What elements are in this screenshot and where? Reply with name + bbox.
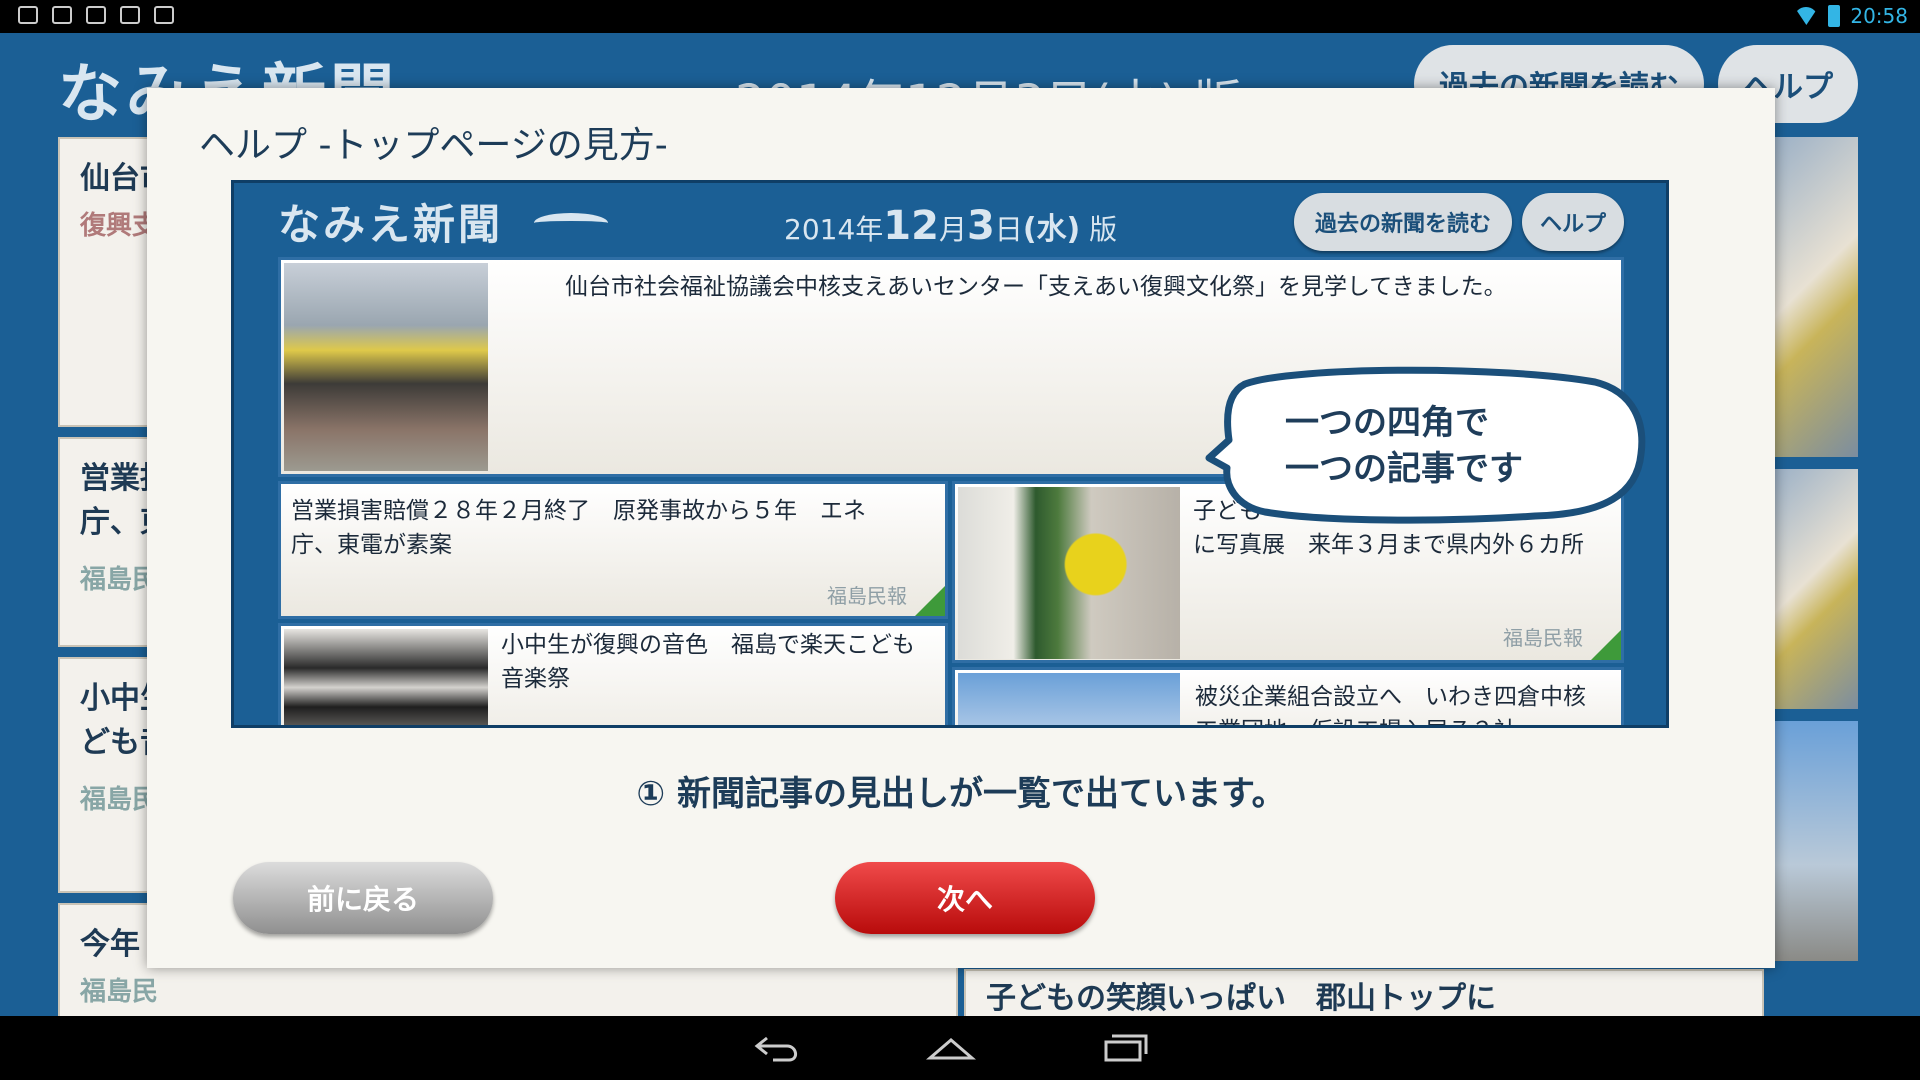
status-bar: 20:58 [0,0,1920,33]
preview-date: 2014年12月3日(水) 版 [784,203,1117,249]
back-nav-icon[interactable] [753,1032,803,1064]
preview-article-card: 被災企業組合設立へ いわき四倉中核工業団地 仮設工場入居７２社 [952,667,1624,725]
next-button[interactable]: 次へ [835,862,1095,934]
article-source: 福島民 [80,977,159,1007]
game-icon [86,6,106,24]
date-month: 12 [883,203,939,249]
article-photo [284,263,488,471]
date-month-unit: 月 [938,213,967,246]
bird-icon [534,213,608,233]
battery-icon [1828,5,1841,27]
dialog-title: ヘルプ -トップページの見方- [199,125,668,166]
clock: 20:58 [1850,4,1908,28]
date-weekday: (水) [1022,212,1081,247]
wifi-icon [1794,7,1819,25]
preview-article-card: 小中生が復興の音色 福島で楽天こども音楽祭 [278,623,948,725]
date-day: 3 [966,203,995,249]
article-source: 福島民報 [827,584,907,608]
article-photo [958,673,1180,725]
notification-icons [18,6,174,24]
upload-icon [154,6,174,24]
article-photo [284,629,488,725]
preview-help-button: ヘルプ [1522,193,1624,251]
help-caption: ① 新聞記事の見出しが一覧で出ています。 [636,774,1286,814]
article-photo [1772,137,1858,457]
preview-logo: なみえ新聞 [278,200,504,249]
recent-apps-icon[interactable] [1102,1032,1152,1064]
article-source: 福島民報 [1503,626,1583,650]
usb-icon [18,6,38,24]
news-icon [52,6,72,24]
date-suffix: 版 [1089,213,1118,246]
corner-marker-icon [915,586,945,616]
corner-marker-icon [1591,630,1621,660]
article-headline: 子どもの笑顔いっぱい 郡山トップに [986,981,1496,1016]
preview-past-papers-button: 過去の新聞を読む [1294,193,1512,251]
help-dialog: ヘルプ -トップページの見方- なみえ新聞 2014年12月3日(水) 版 過去… [147,88,1775,968]
home-nav-icon[interactable] [925,1032,977,1064]
article-card[interactable]: 子どもの笑顔いっぱい 郡山トップに [964,969,1764,1016]
article-photo [958,487,1180,659]
article-headline: 今年 [80,927,140,962]
callout-bubble: 一つの四角で 一つの記事です [1205,364,1649,528]
article-headline: 小中生が復興の音色 福島で楽天こども音楽祭 [501,632,915,692]
back-button[interactable]: 前に戻る [233,862,493,934]
article-headline: 仙台市社会福祉協議会中核支えあいセンター「支えあい復興文化祭」を見学してきました… [565,274,1507,300]
article-headline: 被災企業組合設立へ いわき四倉中核工業団地 仮設工場入居７２社 [1195,684,1586,725]
preview-article-card: 営業損害賠償２８年２月終了 原発事故から５年 エネ庁、東電が素案 福島民報 [278,481,948,619]
system-nav-bar [0,1016,1920,1080]
download-icon [120,6,140,24]
article-headline: 営業損害賠償２８年２月終了 原発事故から５年 エネ庁、東電が素案 [291,498,866,558]
date-year: 2014年 [784,213,884,246]
article-photo [1772,721,1858,961]
article-photo [1772,469,1858,709]
callout-text: 一つの四角で 一つの記事です [1285,403,1523,489]
date-day-unit: 日 [994,213,1023,246]
